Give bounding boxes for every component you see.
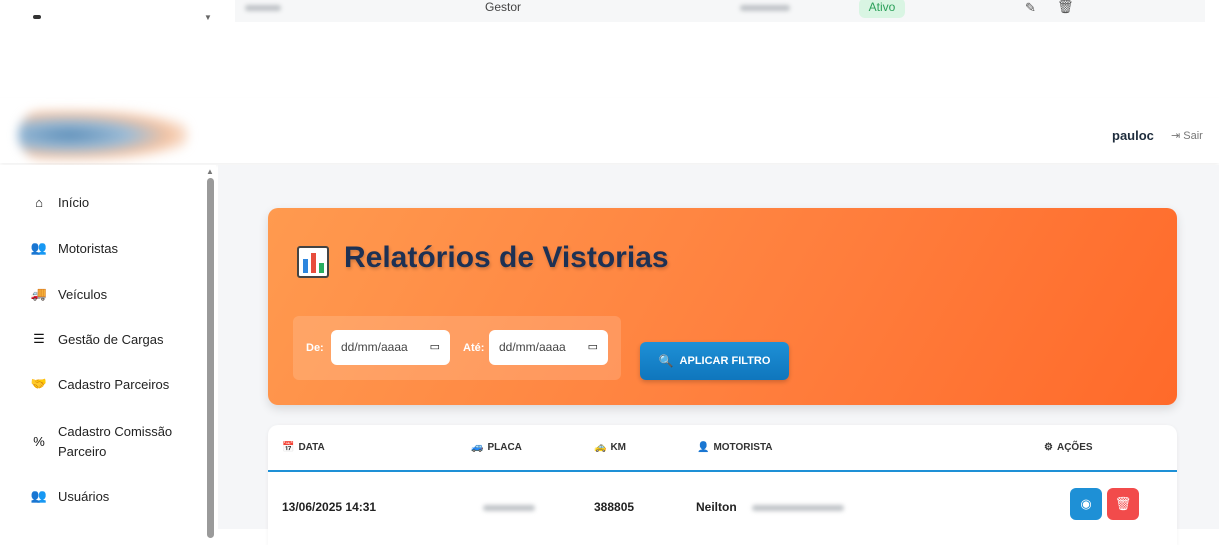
redacted-value xyxy=(740,5,790,11)
sidebar-fragment: ▼ xyxy=(0,0,216,22)
search-icon: 🔍 xyxy=(658,354,674,368)
logout-label: Sair xyxy=(1183,130,1203,142)
calendar-icon: 📅 xyxy=(282,442,295,453)
logo[interactable] xyxy=(18,110,188,160)
username: pauloc xyxy=(1112,128,1154,143)
from-label: De: xyxy=(306,342,324,354)
to-date-placeholder: dd/mm/aaaa xyxy=(499,340,566,354)
sidebar: ▲ ⌂ Início 👥 Motoristas 🚚 Veículos ☰ Ges… xyxy=(0,165,216,538)
logout-icon: ⇥ xyxy=(1171,130,1181,142)
to-label: Até: xyxy=(463,342,485,354)
trash-icon[interactable]: 🗑 xyxy=(1057,0,1074,15)
main-content: Relatórios de Vistorias De: dd/mm/aaaa ▭… xyxy=(218,165,1219,545)
table-header: 📅 DATA 🚙 PLACA 🚕 KM 👤 MOTORISTA ⚙ AÇÕES xyxy=(268,425,1177,472)
from-date-input[interactable]: dd/mm/aaaa ▭ xyxy=(331,330,450,365)
sidebar-item-label: Usuários xyxy=(58,488,110,504)
list-check-icon: ☰ xyxy=(33,331,45,346)
view-button[interactable]: ◉ xyxy=(1070,488,1102,520)
bar-chart-icon xyxy=(297,246,329,278)
column-header-acoes: ⚙ AÇÕES xyxy=(1044,442,1093,453)
sidebar-item-cadastro-parceiros[interactable]: 🤝 Cadastro Parceiros xyxy=(30,376,169,392)
sidebar-item-label: Cadastro Parceiros xyxy=(58,376,170,392)
percent-icon: % xyxy=(33,434,45,449)
sidebar-item-label: Cadastro Comissão Parceiro xyxy=(58,424,173,459)
column-header-km[interactable]: 🚕 KM xyxy=(594,442,626,453)
sidebar-item-label: Veículos xyxy=(58,286,108,302)
from-date-placeholder: dd/mm/aaaa xyxy=(341,340,408,354)
column-header-motorista[interactable]: 👤 MOTORISTA xyxy=(697,442,773,453)
gear-icon: ⚙ xyxy=(1044,442,1053,453)
app-header: pauloc ⇥ Sair xyxy=(0,98,1219,163)
users-icon: 👥 xyxy=(30,240,48,255)
page-title: Relatórios de Vistorias xyxy=(344,241,669,274)
sidebar-item-fragment xyxy=(33,15,41,19)
scroll-down-arrow-icon[interactable]: ▼ xyxy=(204,13,212,22)
column-header-placa[interactable]: 🚙 PLACA xyxy=(471,442,522,453)
sidebar-item-label: Motoristas xyxy=(58,240,118,256)
date-cell: 13/06/2025 14:31 xyxy=(282,500,377,514)
sidebar-item-label: Gestão de Cargas xyxy=(58,331,164,347)
sidebar-item-usuarios[interactable]: 👥 Usuários xyxy=(30,488,109,504)
car-icon: 🚙 xyxy=(471,442,484,453)
delete-button[interactable]: 🗑 xyxy=(1107,488,1139,520)
eye-icon: ◉ xyxy=(1080,496,1092,511)
apply-filter-label: APLICAR FILTRO xyxy=(679,355,771,367)
role-cell: Gestor xyxy=(485,0,522,14)
apply-filter-button[interactable]: 🔍 APLICAR FILTRO xyxy=(640,342,789,380)
handshake-icon: 🤝 xyxy=(30,376,48,391)
date-filter-group: De: dd/mm/aaaa ▭ Até: dd/mm/aaaa ▭ xyxy=(293,316,621,380)
calendar-icon[interactable]: ▭ xyxy=(588,330,598,365)
sidebar-item-cadastro-comissao[interactable]: % Cadastro Comissão Parceiro xyxy=(30,422,178,462)
driver-cell: Neilton xyxy=(696,500,737,514)
report-header-card: Relatórios de Vistorias De: dd/mm/aaaa ▭… xyxy=(268,208,1177,405)
previous-table-fragment: ▼ Gestor Ativo ✎ 🗑 xyxy=(0,0,1219,22)
redacted-driver-surname xyxy=(752,505,844,511)
sidebar-item-label: Início xyxy=(58,195,90,210)
table-row: Gestor Ativo ✎ 🗑 xyxy=(235,0,1205,22)
logout-button[interactable]: ⇥ Sair xyxy=(1171,129,1203,142)
inspections-table: 📅 DATA 🚙 PLACA 🚕 KM 👤 MOTORISTA ⚙ AÇÕES 13/06… xyxy=(268,425,1177,545)
column-header-data[interactable]: 📅 DATA xyxy=(282,442,325,453)
redacted-plate xyxy=(483,505,535,511)
user-icon: 👤 xyxy=(697,442,710,453)
km-cell: 388805 xyxy=(594,500,635,514)
edit-icon[interactable]: ✎ xyxy=(1025,0,1036,16)
sidebar-item-gestao-cargas[interactable]: ☰ Gestão de Cargas xyxy=(30,331,164,347)
redacted-name xyxy=(245,5,281,11)
calendar-icon[interactable]: ▭ xyxy=(430,330,440,365)
trash-icon: 🗑 xyxy=(1114,496,1132,511)
sidebar-item-veiculos[interactable]: 🚚 Veículos xyxy=(30,286,107,302)
users-icon: 👥 xyxy=(30,488,48,503)
home-icon: ⌂ xyxy=(35,195,43,210)
sidebar-item-inicio[interactable]: ⌂ Início xyxy=(30,195,89,210)
odometer-icon: 🚕 xyxy=(594,442,607,453)
status-badge: Ativo xyxy=(859,0,905,18)
to-date-input[interactable]: dd/mm/aaaa ▭ xyxy=(489,330,608,365)
sidebar-scrollbar[interactable] xyxy=(207,178,214,538)
scroll-up-arrow-icon[interactable]: ▲ xyxy=(206,167,214,176)
sidebar-item-motoristas[interactable]: 👥 Motoristas xyxy=(30,240,118,256)
truck-icon: 🚚 xyxy=(30,286,48,301)
